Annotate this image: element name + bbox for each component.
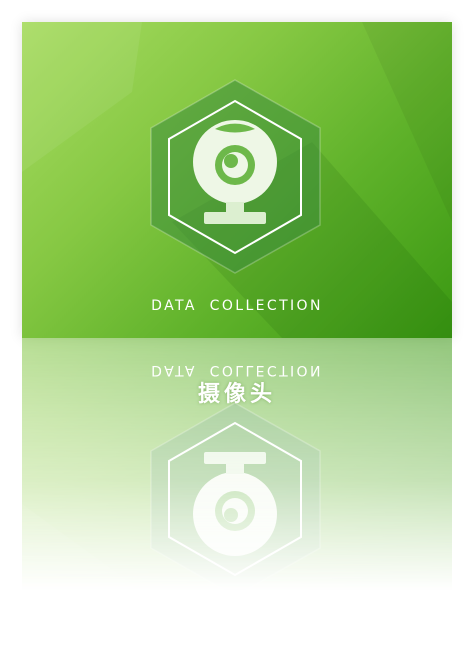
data-collection-card[interactable]: DATA COLLECTION [22,22,452,338]
card-art [22,22,452,338]
card-title: 摄像头 [197,382,276,407]
card-caption: DATA COLLECTION [151,298,323,314]
